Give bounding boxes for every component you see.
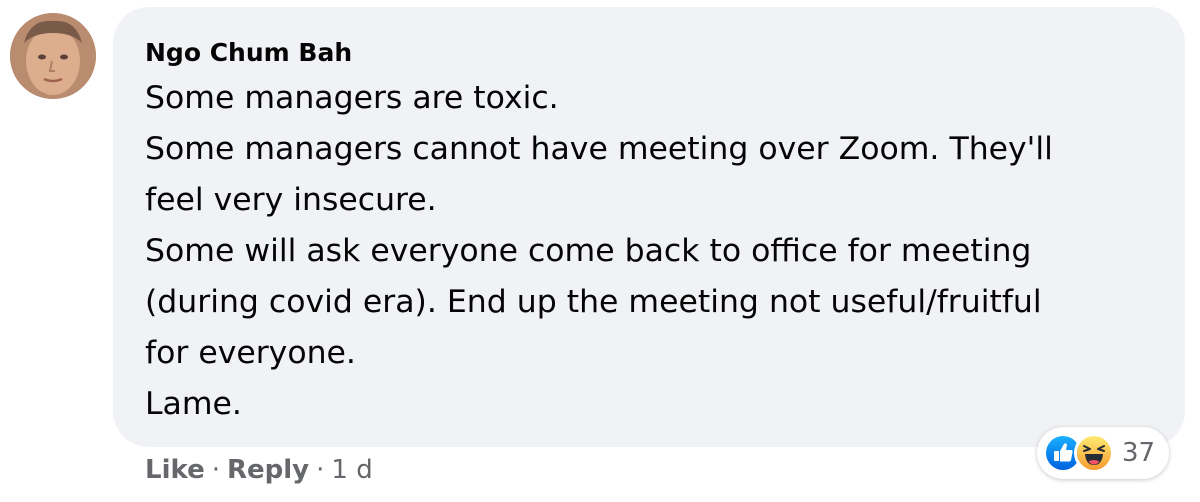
avatar[interactable] (10, 13, 96, 99)
comment-text-line: Some managers cannot have meeting over Z… (145, 131, 1053, 167)
separator: · (316, 455, 325, 485)
comment-text-line: feel very insecure. (145, 182, 437, 218)
reaction-count: 37 (1122, 438, 1156, 468)
comment-timestamp[interactable]: 1 d (331, 455, 372, 485)
avatar-photo (10, 13, 96, 99)
comment-bubble: Ngo Chum Bah Some managers are toxic. So… (113, 7, 1185, 447)
comment-text-line: Lame. (145, 386, 242, 422)
separator: · (211, 455, 220, 485)
haha-icon (1074, 433, 1114, 473)
like-button[interactable]: Like (145, 455, 205, 485)
reply-button[interactable]: Reply (227, 455, 309, 485)
comment-actions: Like · Reply · 1 d (145, 455, 373, 485)
comment-text-line: Some managers are toxic. (145, 80, 559, 116)
comment-author[interactable]: Ngo Chum Bah (145, 37, 1165, 69)
comment-text-line: Some will ask everyone come back to offi… (145, 233, 1032, 269)
comment-text-line: (during covid era). End up the meeting n… (145, 284, 1042, 320)
comment-text-line: for everyone. (145, 335, 356, 371)
reactions-summary[interactable]: 37 (1037, 427, 1170, 479)
comment: Ngo Chum Bah Some managers are toxic. So… (0, 0, 1200, 502)
